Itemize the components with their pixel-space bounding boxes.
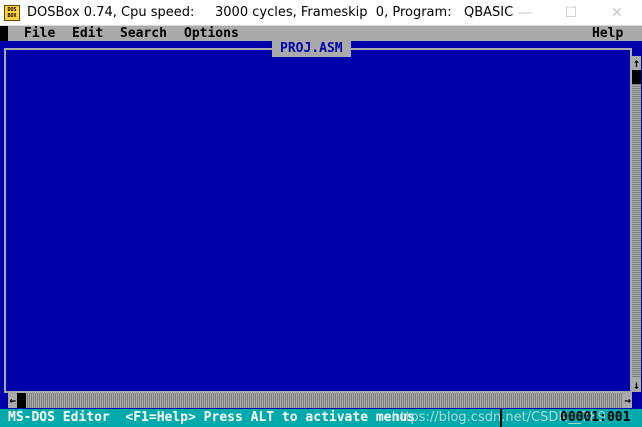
menu-edit[interactable]: Edit [72,26,103,41]
cursor-position: 00001:001 [560,410,631,425]
vertical-scroll-thumb[interactable] [632,70,641,84]
menu-search[interactable]: Search [120,26,167,41]
menu-file[interactable]: File [24,26,55,41]
window-title: DOSBox 0.74, Cpu speed: 3000 cycles, Fra… [27,5,514,20]
close-button[interactable]: ✕ [594,0,640,26]
editor-text-area[interactable] [4,48,632,393]
scroll-up-arrow-icon[interactable]: ↑ [632,56,641,70]
status-divider [500,409,502,427]
status-text: MS-DOS Editor <F1=Help> Press ALT to act… [8,410,415,425]
menu-bar: File Edit Search Options Help [0,26,642,41]
menu-options[interactable]: Options [184,26,239,41]
horizontal-scrollbar[interactable]: ← → [8,393,632,408]
menu-cursor [0,26,8,41]
dos-screen: File Edit Search Options Help PROJ.ASM ↑… [0,26,642,427]
scroll-left-arrow-icon[interactable]: ← [8,393,17,408]
scroll-right-arrow-icon[interactable]: → [623,393,632,408]
window-title-bar: DOS BOX DOSBox 0.74, Cpu speed: 3000 cyc… [0,0,642,26]
vertical-scrollbar[interactable]: ↑ ↓ [632,56,641,393]
horizontal-scroll-thumb[interactable] [17,393,26,408]
menu-help[interactable]: Help [592,26,623,41]
scroll-down-arrow-icon[interactable]: ↓ [632,378,641,392]
document-title: PROJ.ASM [272,41,351,57]
dosbox-app-icon: DOS BOX [4,5,20,21]
minimize-button[interactable]: — [502,0,548,26]
maximize-button[interactable]: ☐ [548,0,594,26]
status-bar: MS-DOS Editor <F1=Help> Press ALT to act… [0,409,642,427]
vertical-scroll-track[interactable] [632,70,641,378]
